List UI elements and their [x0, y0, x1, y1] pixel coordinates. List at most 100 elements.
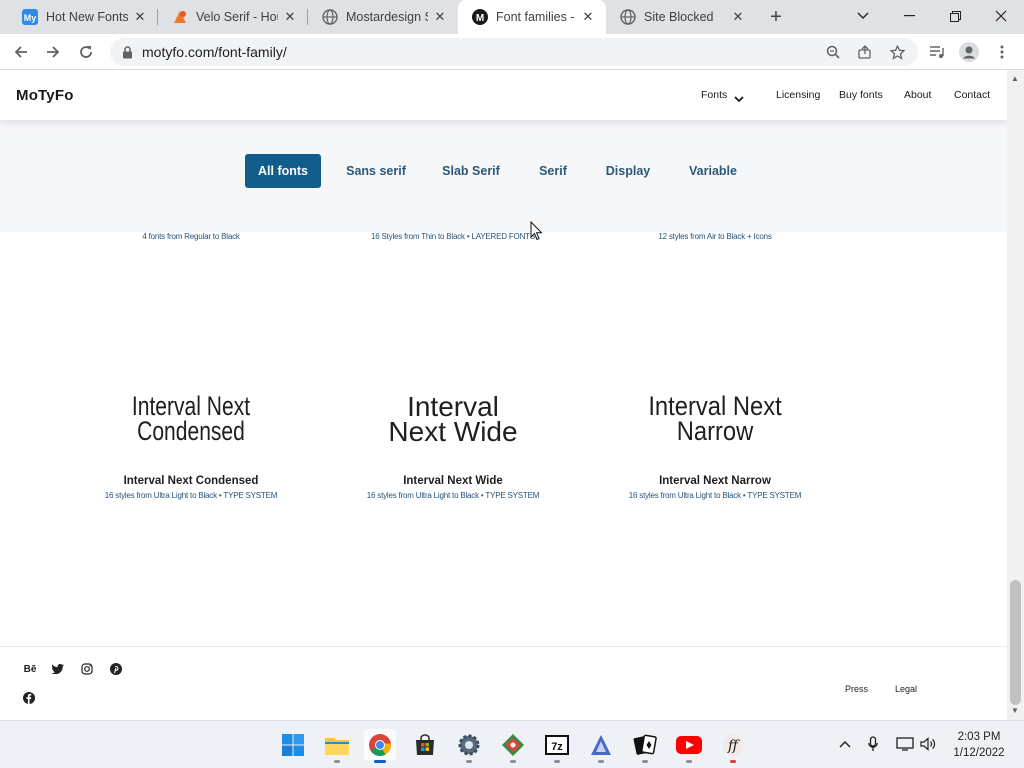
chevron-down-icon[interactable]	[734, 90, 744, 108]
taskbar-running-indicator	[334, 760, 340, 763]
filter-display[interactable]: Display	[596, 154, 660, 188]
browser-tab-active[interactable]: M Font families - M ✕	[458, 0, 606, 34]
twitter-icon[interactable]	[51, 662, 65, 676]
scroll-down-arrow-icon[interactable]: ▼	[1011, 706, 1019, 715]
facebook-icon[interactable]	[22, 691, 36, 705]
close-tab-icon[interactable]: ✕	[132, 9, 148, 25]
browser-toolbar: motyfo.com/font-family/	[0, 34, 1024, 70]
clock-date: 1/12/2022	[953, 747, 1005, 759]
volume-icon[interactable]	[919, 735, 937, 753]
instagram-icon[interactable]	[80, 662, 94, 676]
svg-text:My: My	[24, 13, 37, 23]
font-specimen-line: Next Wide	[388, 416, 518, 447]
network-display-icon[interactable]	[896, 735, 914, 753]
system-clock[interactable]: 2:03 PM 1/12/2022	[940, 729, 1018, 761]
lock-icon[interactable]	[118, 43, 136, 61]
pinterest-icon[interactable]	[109, 662, 123, 676]
reload-icon[interactable]	[73, 39, 99, 65]
close-tab-icon[interactable]: ✕	[580, 9, 596, 25]
nav-fonts[interactable]: Fonts	[701, 89, 727, 101]
filter-all-fonts[interactable]: All fonts	[245, 154, 321, 188]
url-text[interactable]: motyfo.com/font-family/	[142, 44, 287, 60]
nav-contact[interactable]: Contact	[954, 89, 990, 101]
close-tab-icon[interactable]: ✕	[432, 9, 448, 25]
scroll-up-arrow-icon[interactable]: ▲	[1011, 74, 1019, 83]
filter-slab-serif[interactable]: Slab Serif	[432, 154, 510, 188]
browser-tab[interactable]: Site Blocked ✕	[606, 0, 756, 34]
settings-gear-icon[interactable]	[453, 729, 485, 763]
nav-buy-fonts[interactable]: Buy fonts	[839, 89, 883, 101]
font-description: 16 styles from Ultra Light to Black • TY…	[628, 491, 802, 500]
taskbar-running-indicator	[554, 760, 560, 763]
close-tab-icon[interactable]: ✕	[730, 9, 746, 25]
minimize-icon[interactable]	[886, 0, 932, 32]
nav-licensing[interactable]: Licensing	[776, 89, 820, 101]
close-tab-icon[interactable]: ✕	[282, 9, 298, 25]
font-manager-icon[interactable]: ff	[717, 729, 749, 763]
font-description: 16 styles from Ultra Light to Black • TY…	[366, 491, 540, 500]
tab-title: Mostardesign St	[346, 10, 428, 24]
taskbar-running-indicator	[730, 760, 736, 763]
youtube-icon[interactable]	[673, 729, 705, 763]
chrome-icon[interactable]	[364, 729, 396, 763]
app-diamond-icon[interactable]	[497, 729, 529, 763]
font-specimen[interactable]: Interval Next Condensed	[113, 393, 269, 446]
new-tab-plus-icon[interactable]: +	[764, 5, 788, 29]
category-filter-bar: All fonts Sans serif Slab Serif Serif Di…	[0, 120, 1007, 232]
font-description: 4 fonts from Regular to Black	[142, 232, 240, 241]
clock-time: 2:03 PM	[957, 731, 1001, 743]
font-description: 12 styles from Air to Black + Icons	[658, 232, 772, 241]
filter-variable[interactable]: Variable	[678, 154, 748, 188]
7zip-icon[interactable]: 7z	[541, 729, 573, 763]
more-menu-icon[interactable]	[989, 39, 1015, 65]
nav-about[interactable]: About	[904, 89, 931, 101]
back-arrow-icon[interactable]	[8, 39, 34, 65]
font-name[interactable]: Interval Next Wide	[343, 475, 563, 487]
velo-icon	[172, 9, 188, 25]
browser-tab[interactable]: My Hot New Fonts | ✕	[8, 0, 158, 34]
taskbar-running-indicator	[686, 760, 692, 763]
site-logo[interactable]: MoTyFo	[16, 87, 74, 104]
globe-icon	[620, 9, 636, 25]
file-explorer-icon[interactable]	[321, 729, 353, 763]
filter-sans-serif[interactable]: Sans serif	[336, 154, 416, 188]
profile-avatar-icon[interactable]	[956, 39, 982, 65]
font-app-triangle-icon[interactable]	[585, 729, 617, 763]
forward-arrow-icon[interactable]	[40, 39, 66, 65]
myfonts-icon: My	[22, 9, 38, 25]
tab-title: Font families - M	[496, 10, 576, 24]
zoom-icon[interactable]	[824, 43, 842, 61]
bookmark-star-icon[interactable]	[888, 43, 906, 61]
font-specimen[interactable]: Interval Next Narrow	[627, 393, 803, 446]
start-windows-icon[interactable]	[277, 729, 309, 761]
page-scrollbar[interactable]: ▲ ▼	[1007, 70, 1024, 720]
close-window-icon[interactable]	[978, 0, 1024, 32]
footer-link-press[interactable]: Press	[845, 684, 868, 694]
microphone-icon[interactable]	[864, 735, 882, 753]
footer-link-legal[interactable]: Legal	[895, 684, 917, 694]
font-name[interactable]: Interval Next Narrow	[615, 475, 815, 487]
font-specimen[interactable]: Interval Next Wide	[343, 393, 563, 447]
microsoft-store-icon[interactable]	[409, 729, 441, 761]
tab-search-chevron-icon[interactable]	[840, 0, 886, 32]
site-footer: Bē Press Legal	[0, 646, 1007, 720]
chevron-up-icon[interactable]	[836, 735, 854, 753]
share-icon[interactable]	[856, 43, 874, 61]
media-control-icon[interactable]	[924, 39, 950, 65]
browser-tab[interactable]: Velo Serif - Hou ✕	[158, 0, 308, 34]
motyfo-icon: M	[472, 9, 488, 25]
scrollbar-thumb[interactable]	[1010, 580, 1021, 705]
font-specimen-line: Narrow	[676, 416, 754, 446]
behance-icon[interactable]: Bē	[22, 662, 38, 676]
font-specimen-line: Condensed	[137, 416, 245, 446]
restore-icon[interactable]	[932, 0, 978, 32]
browser-tab-strip: My Hot New Fonts | ✕ Velo Serif - Hou ✕ …	[0, 0, 1024, 34]
browser-tab[interactable]: Mostardesign St ✕	[308, 0, 458, 34]
filter-serif[interactable]: Serif	[528, 154, 578, 188]
site-header: MoTyFo Fonts Licensing Buy fonts About C…	[0, 70, 1007, 120]
address-bar[interactable]: motyfo.com/font-family/	[110, 38, 918, 66]
mouse-cursor-icon	[530, 220, 543, 246]
globe-icon	[322, 9, 338, 25]
solitaire-cards-icon[interactable]	[629, 729, 661, 763]
font-name[interactable]: Interval Next Condensed	[91, 475, 291, 487]
